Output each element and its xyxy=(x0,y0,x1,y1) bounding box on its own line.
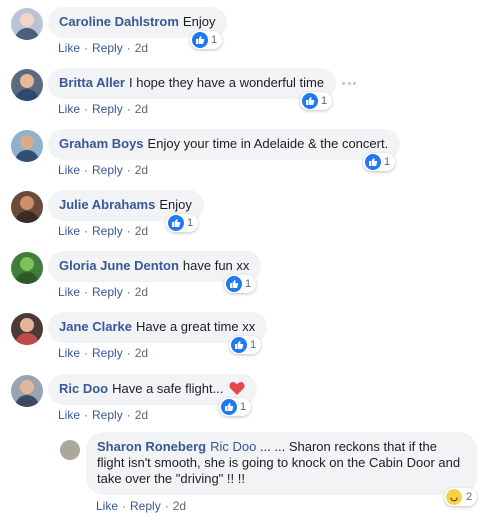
more-options-icon[interactable] xyxy=(342,82,356,86)
comment-bubble: Sharon Roneberg Ric Doo ... ... Sharon re… xyxy=(86,432,477,495)
reaction-count: 1 xyxy=(240,401,247,413)
reply-link[interactable]: Reply xyxy=(92,285,123,299)
comment-text: I hope they have a wonderful time xyxy=(128,75,325,90)
comment-actions: Like · Reply · 2d xyxy=(58,163,149,177)
avatar[interactable] xyxy=(11,191,43,223)
comment-timestamp[interactable]: 2d xyxy=(135,346,148,360)
comment: Ric Doo Have a safe flight... 1 Like · Repl… xyxy=(0,366,482,428)
comment-timestamp[interactable]: 2d xyxy=(173,499,186,513)
thumbs-up-icon xyxy=(365,154,381,170)
reaction-count: 1 xyxy=(321,95,328,107)
thumbs-up-icon xyxy=(302,93,318,109)
reply-link[interactable]: Reply xyxy=(92,408,123,422)
reaction-summary[interactable]: 1 xyxy=(219,398,252,416)
thumbs-up-icon xyxy=(226,276,242,292)
reply-link[interactable]: Reply xyxy=(92,346,123,360)
like-link[interactable]: Like xyxy=(58,102,80,116)
reaction-count: 2 xyxy=(466,491,473,503)
comment-actions: Like · Reply · 2d xyxy=(58,346,149,360)
comment: Graham Boys Enjoy your time in Adelaide &… xyxy=(0,122,482,183)
comment: Julie Abrahams Enjoy 1 Like · Reply · 2d xyxy=(0,183,482,244)
reaction-summary[interactable]: 1 xyxy=(300,92,333,110)
reaction-summary[interactable]: 1 xyxy=(363,153,396,171)
haha-icon: ◡ xyxy=(446,489,462,505)
comment-actions: Like · Reply · 2d xyxy=(58,41,149,55)
reply-comment: Sharon Roneberg Ric Doo ... ... Sharon re… xyxy=(0,428,482,526)
heart-icon xyxy=(229,382,245,395)
comment: Jane Clarke Have a great time xx 1 Like · R… xyxy=(0,305,482,366)
reaction-summary[interactable]: 1 xyxy=(229,336,262,354)
comment-timestamp[interactable]: 2d xyxy=(135,224,148,238)
reply-link[interactable]: Reply xyxy=(92,102,123,116)
comment-author[interactable]: Ric Doo xyxy=(59,381,108,396)
comment-timestamp[interactable]: 2d xyxy=(135,163,148,177)
comment-actions: Like · Reply · 2d xyxy=(58,224,149,238)
comment-timestamp[interactable]: 2d xyxy=(135,41,148,55)
reaction-summary[interactable]: 1 xyxy=(224,275,257,293)
comment-author[interactable]: Graham Boys xyxy=(59,136,144,151)
avatar[interactable] xyxy=(11,313,43,345)
reaction-summary[interactable]: 1 xyxy=(190,31,223,49)
avatar[interactable] xyxy=(11,130,43,162)
comment-bubble: Britta Aller I hope they have a wonderful… xyxy=(48,68,337,99)
reply-link[interactable]: Reply xyxy=(92,224,123,238)
reaction-count: 1 xyxy=(384,156,391,168)
like-link[interactable]: Like xyxy=(58,163,80,177)
like-link[interactable]: Like xyxy=(58,408,80,422)
avatar[interactable] xyxy=(60,440,80,460)
reaction-count: 1 xyxy=(250,339,257,351)
avatar[interactable] xyxy=(11,69,43,101)
thumbs-up-icon xyxy=(192,32,208,48)
comment-text: have fun xx xyxy=(182,258,250,273)
comment-author[interactable]: Britta Aller xyxy=(59,75,125,90)
reply-link[interactable]: Reply xyxy=(130,499,161,513)
comment-text: Enjoy xyxy=(159,197,192,212)
comment-author[interactable]: Jane Clarke xyxy=(59,319,132,334)
like-link[interactable]: Like xyxy=(96,499,118,513)
thumbs-up-icon xyxy=(221,399,237,415)
avatar[interactable] xyxy=(11,375,43,407)
comment-actions: Like · Reply · 2d xyxy=(58,285,149,299)
like-link[interactable]: Like xyxy=(58,41,80,55)
comment-text: Have a great time xx xyxy=(136,319,256,334)
thumbs-up-icon xyxy=(168,215,184,231)
comment: Britta Aller I hope they have a wonderful… xyxy=(0,61,482,122)
avatar[interactable] xyxy=(11,8,43,40)
comment-actions: Like · Reply · 2d xyxy=(58,102,149,116)
reaction-count: 1 xyxy=(187,217,194,229)
reaction-count: 1 xyxy=(211,34,218,46)
reply-link[interactable]: Reply xyxy=(92,163,123,177)
reply-link[interactable]: Reply xyxy=(92,41,123,55)
comment-text: Have a safe flight... xyxy=(112,381,224,396)
comment-timestamp[interactable]: 2d xyxy=(135,408,148,422)
like-link[interactable]: Like xyxy=(58,346,80,360)
like-link[interactable]: Like xyxy=(58,224,80,238)
comment-actions: Like · Reply · 2d xyxy=(96,499,187,513)
comment-author[interactable]: Julie Abrahams xyxy=(59,197,155,212)
comment-author[interactable]: Caroline Dahlstrom xyxy=(59,14,179,29)
comment-author[interactable]: Gloria June Denton xyxy=(59,258,179,273)
comment-actions: Like · Reply · 2d xyxy=(58,408,149,422)
like-link[interactable]: Like xyxy=(58,285,80,299)
reaction-summary[interactable]: ◡ 2 xyxy=(444,488,478,506)
thumbs-up-icon xyxy=(231,337,247,353)
avatar[interactable] xyxy=(11,252,43,284)
comment-timestamp[interactable]: 2d xyxy=(135,285,148,299)
comment-bubble: Graham Boys Enjoy your time in Adelaide &… xyxy=(48,129,401,160)
comment-author[interactable]: Sharon Roneberg xyxy=(97,439,206,454)
comment-text: Enjoy your time in Adelaide & the concer… xyxy=(147,136,389,151)
reaction-count: 1 xyxy=(245,278,252,290)
comment-text: Enjoy xyxy=(182,14,216,29)
comment: Caroline Dahlstrom Enjoy 1 Like · Reply · 2d xyxy=(0,0,482,61)
mention-link[interactable]: Ric Doo xyxy=(210,439,256,454)
comment: Gloria June Denton have fun xx 1 Like · Rep… xyxy=(0,244,482,305)
comment-timestamp[interactable]: 2d xyxy=(135,102,148,116)
reaction-summary[interactable]: 1 xyxy=(166,214,199,232)
